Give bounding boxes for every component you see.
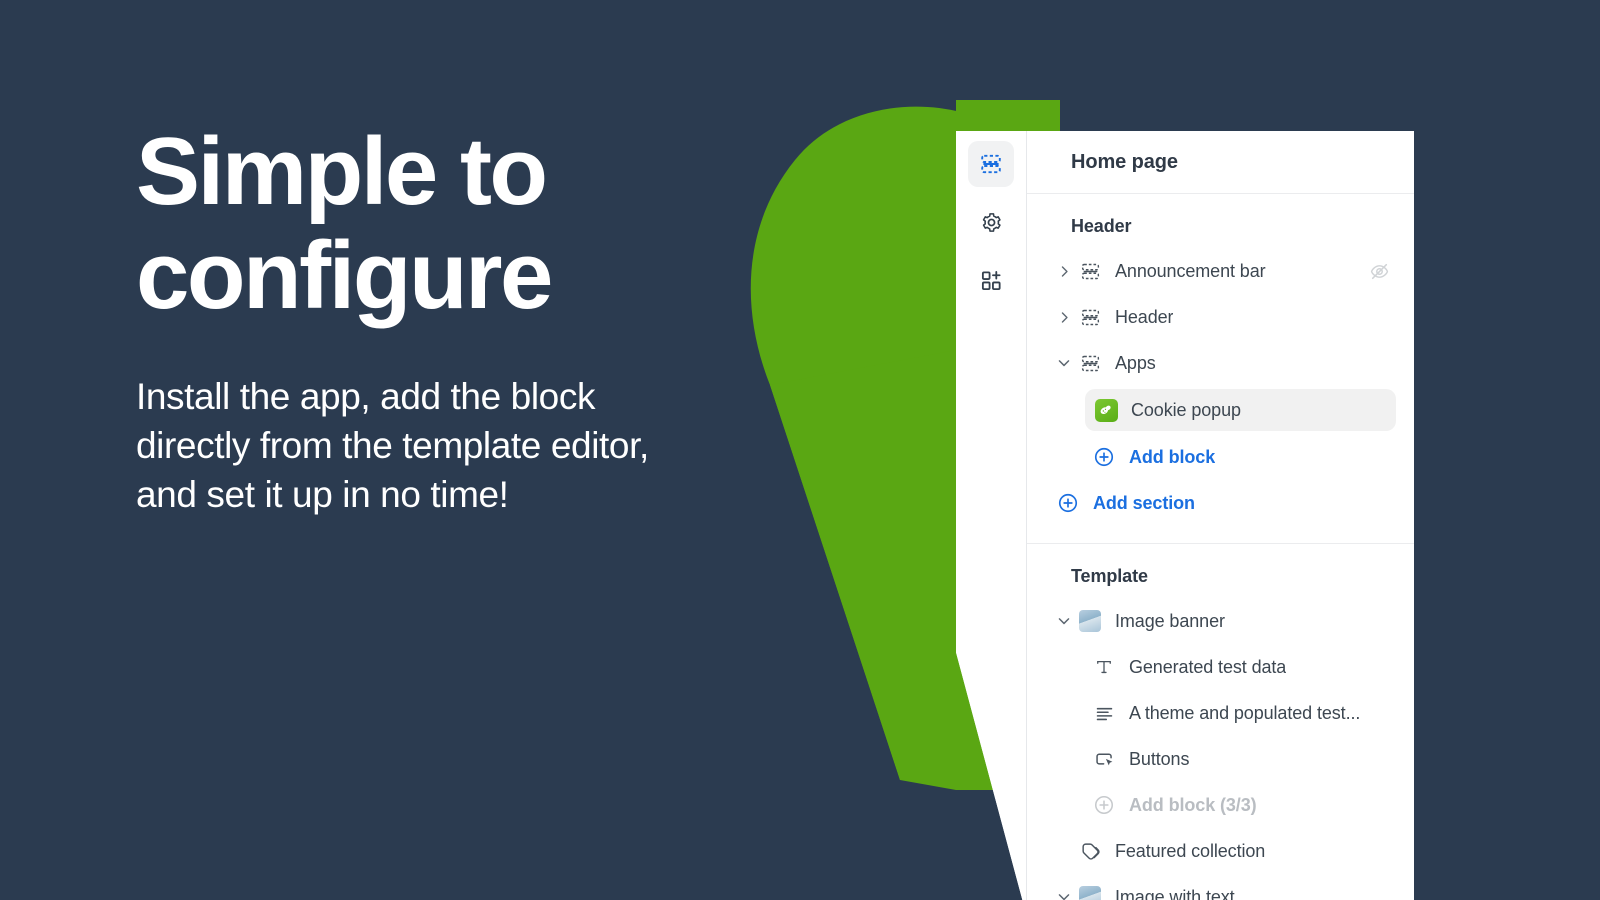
- tree-row-label: Cookie popup: [1131, 399, 1241, 420]
- tree-row-header[interactable]: Header: [1027, 297, 1414, 337]
- tree-row-image-with-text[interactable]: Image with text: [1027, 877, 1414, 900]
- plus-circle-icon: [1091, 794, 1117, 816]
- section-icon: [1077, 353, 1103, 374]
- tree-row-label: Image banner: [1115, 610, 1225, 631]
- chevron-down-icon[interactable]: [1053, 356, 1075, 370]
- add-block-disabled-label: Add block (3/3): [1129, 794, 1257, 815]
- tree-row-label: Buttons: [1129, 748, 1190, 769]
- collection-tag-icon: [1077, 841, 1103, 862]
- text-T-icon: [1091, 657, 1117, 677]
- chevron-down-icon[interactable]: [1053, 890, 1075, 900]
- gear-icon: [980, 211, 1003, 234]
- add-block-button-image-banner: Add block (3/3): [1027, 785, 1414, 825]
- section-icon: [1077, 307, 1103, 328]
- page-title-bar: Home page: [1027, 131, 1414, 194]
- sections-icon: [979, 152, 1003, 176]
- section-tree[interactable]: Header Announcement bar Header Apps Cook…: [1027, 194, 1414, 900]
- rail-button-theme-settings[interactable]: [968, 199, 1014, 245]
- tree-row-announcement-bar[interactable]: Announcement bar: [1027, 251, 1414, 291]
- rail-button-sections[interactable]: [968, 141, 1014, 187]
- tree-row-image-banner[interactable]: Image banner: [1027, 601, 1414, 641]
- editor-icon-rail: [956, 131, 1027, 900]
- tree-group-header: Header Announcement bar Header Apps Cook…: [1027, 194, 1414, 543]
- add-block-button-apps[interactable]: Add block: [1027, 437, 1414, 477]
- tree-row-label: Announcement bar: [1115, 260, 1266, 281]
- tree-row-featured-collection[interactable]: Featured collection: [1027, 831, 1414, 871]
- tree-row-label: Featured collection: [1115, 840, 1266, 861]
- add-block-label: Add block: [1129, 446, 1216, 467]
- tree-group-template: Template Image banner Generated test dat…: [1027, 543, 1414, 900]
- rail-button-app-blocks[interactable]: [968, 257, 1014, 303]
- image-thumb-icon: [1077, 886, 1103, 900]
- tree-row-generated-test-data[interactable]: Generated test data: [1027, 647, 1414, 687]
- section-icon: [1077, 261, 1103, 282]
- page-subcopy: Install the app, add the block directly …: [136, 376, 649, 515]
- button-cursor-icon: [1091, 749, 1117, 770]
- hidden-toggle[interactable]: [1369, 261, 1400, 282]
- tree-row-theme-text[interactable]: A theme and populated test...: [1027, 693, 1414, 733]
- page-title: Home page: [1071, 150, 1178, 173]
- cookie-app-icon: [1093, 398, 1119, 422]
- paragraph-lines-icon: [1091, 703, 1117, 724]
- tree-row-label: Apps: [1115, 352, 1156, 373]
- add-section-button[interactable]: Add section: [1027, 483, 1414, 523]
- plus-circle-icon: [1091, 446, 1117, 468]
- group-label-header: Header: [1071, 216, 1132, 236]
- chevron-right-icon[interactable]: [1053, 265, 1075, 278]
- chevron-right-icon[interactable]: [1053, 311, 1075, 324]
- tree-row-label: Image with text: [1115, 886, 1235, 900]
- tree-row-buttons[interactable]: Buttons: [1027, 739, 1414, 779]
- eye-off-icon: [1369, 261, 1390, 282]
- page-headline: Simple to configure: [136, 118, 553, 329]
- tree-row-label: A theme and populated test...: [1129, 702, 1361, 723]
- app-blocks-icon: [980, 269, 1003, 292]
- add-section-label: Add section: [1093, 492, 1195, 513]
- tree-row-apps[interactable]: Apps: [1027, 343, 1414, 383]
- chevron-down-icon[interactable]: [1053, 614, 1075, 628]
- image-thumb-icon: [1077, 610, 1103, 632]
- marketing-copy: Simple to configure Install the app, add…: [136, 120, 656, 520]
- group-label-template: Template: [1071, 566, 1148, 586]
- tree-row-label: Header: [1115, 306, 1174, 327]
- plus-circle-icon: [1055, 492, 1081, 514]
- editor-main-column: Home page Header Announcement bar Header…: [1027, 131, 1414, 900]
- tree-row-label: Generated test data: [1129, 656, 1287, 677]
- tree-row-cookie-popup[interactable]: Cookie popup: [1085, 389, 1396, 431]
- theme-editor-window: Home page Header Announcement bar Header…: [956, 131, 1414, 900]
